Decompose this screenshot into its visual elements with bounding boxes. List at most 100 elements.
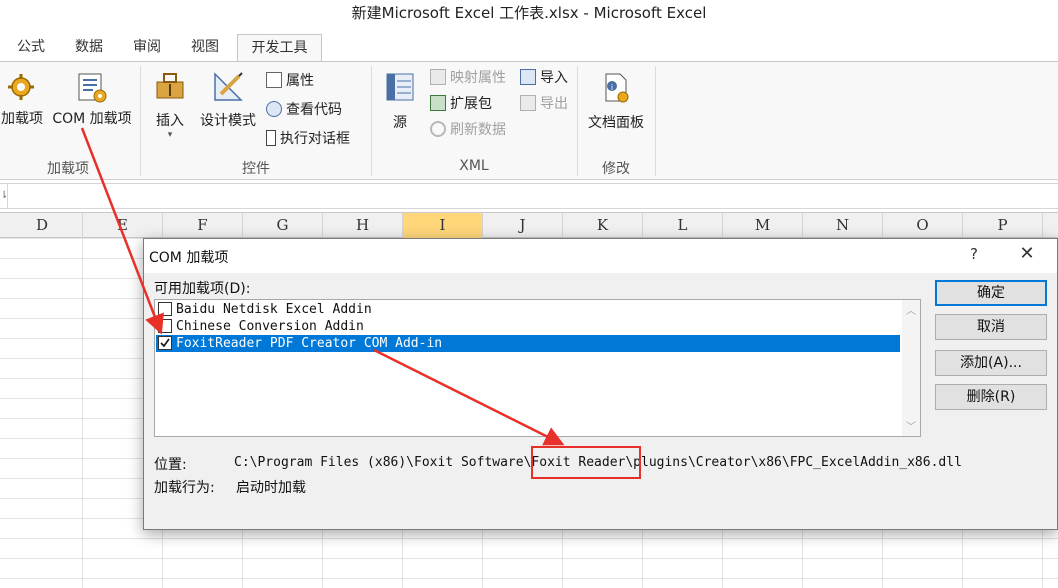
tab-formulas[interactable]: 公式 xyxy=(8,34,54,62)
column-header[interactable]: M xyxy=(723,213,803,238)
svg-text:i: i xyxy=(611,83,613,92)
cancel-button[interactable]: 取消 xyxy=(935,314,1047,340)
com-addins-button[interactable]: COM 加载项 xyxy=(48,72,136,128)
map-properties-icon xyxy=(430,69,446,85)
com-addins-dialog: COM 加载项 ? ✕ 可用加载项(D): Baidu Netdisk Exce… xyxy=(143,238,1058,530)
column-header[interactable]: K xyxy=(563,213,643,238)
export-icon xyxy=(520,95,536,111)
addin-checkbox[interactable] xyxy=(158,319,172,333)
import-label: 导入 xyxy=(540,70,568,86)
remove-button[interactable]: 删除(R) xyxy=(935,384,1047,410)
tab-developer[interactable]: 开发工具 xyxy=(237,34,322,62)
expansion-packs-label: 扩展包 xyxy=(450,96,492,112)
ok-button[interactable]: 确定 xyxy=(935,280,1047,306)
insert-control-button[interactable]: 插入 ▾ xyxy=(150,70,190,140)
insert-label: 插入 xyxy=(156,113,184,129)
add-button[interactable]: 添加(A)... xyxy=(935,350,1047,376)
list-item[interactable]: Chinese Conversion Addin xyxy=(156,318,900,335)
refresh-data-button[interactable]: 刷新数据 xyxy=(430,119,506,141)
import-button[interactable]: 导入 xyxy=(520,67,568,89)
document-panel-button[interactable]: i 文档面板 xyxy=(584,72,648,132)
com-addins-label: COM 加载项 xyxy=(52,111,132,127)
annotation-highlight-box xyxy=(531,446,641,479)
grid-line xyxy=(82,238,83,588)
map-properties-button[interactable]: 映射属性 xyxy=(430,67,506,89)
listbox-scrollbar[interactable]: ︿ ﹀ xyxy=(902,300,920,436)
group-divider xyxy=(655,66,656,176)
column-header[interactable]: H xyxy=(323,213,403,238)
column-header[interactable]: G xyxy=(243,213,323,238)
scroll-down-icon[interactable]: ﹀ xyxy=(905,418,917,433)
column-header[interactable]: F xyxy=(163,213,243,238)
com-addins-icon xyxy=(78,73,107,103)
xml-group-label: XML xyxy=(459,158,489,174)
design-mode-button[interactable]: 设计模式 xyxy=(196,70,260,130)
list-item[interactable]: Baidu Netdisk Excel Addin xyxy=(156,301,900,318)
run-dialog-icon xyxy=(266,130,276,146)
toolbox-icon xyxy=(156,73,184,99)
xml-source-button[interactable]: 源 xyxy=(382,72,418,132)
source-label: 源 xyxy=(393,115,407,131)
run-dialog-button[interactable]: 执行对话框 xyxy=(266,128,350,150)
name-box-edge[interactable]: ⇂ xyxy=(0,184,8,208)
column-header[interactable]: E xyxy=(83,213,163,238)
column-header[interactable]: P xyxy=(963,213,1043,238)
expansion-packs-icon xyxy=(430,95,446,111)
import-icon xyxy=(520,69,536,85)
view-code-label: 查看代码 xyxy=(286,102,342,118)
dialog-title: COM 加载项 xyxy=(149,250,229,266)
modify-group-label: 修改 xyxy=(602,161,630,177)
window-title: 新建Microsoft Excel 工作表.xlsx - Microsoft E… xyxy=(0,0,1058,30)
addins-listbox[interactable]: Baidu Netdisk Excel Addin Chinese Conver… xyxy=(154,299,921,437)
close-icon[interactable]: ✕ xyxy=(1015,243,1039,264)
addin-name: Chinese Conversion Addin xyxy=(176,319,364,334)
location-label: 位置: xyxy=(154,457,187,473)
location-path-suffix: \plugins\Creator\x86\FPC_ExcelAddin_x86.… xyxy=(625,455,962,470)
tab-view[interactable]: 视图 xyxy=(182,34,228,62)
tab-data[interactable]: 数据 xyxy=(66,34,112,62)
load-behavior-value: 启动时加载 xyxy=(236,480,306,496)
view-code-button[interactable]: 查看代码 xyxy=(266,99,342,121)
column-header[interactable]: L xyxy=(643,213,723,238)
gear-icon xyxy=(8,74,34,100)
column-header[interactable]: O xyxy=(883,213,963,238)
help-button[interactable]: ? xyxy=(964,245,984,263)
document-panel-icon: i xyxy=(605,73,629,103)
addin-name: FoxitReader PDF Creator COM Add-in xyxy=(176,336,443,351)
ribbon: 加载项 COM 加载项 加载项 插入 ▾ 设计模式 属性 查看代码 执行对话框 … xyxy=(0,62,1058,180)
checkmark-icon xyxy=(160,338,170,348)
map-properties-label: 映射属性 xyxy=(450,70,506,86)
excel-window: 新建Microsoft Excel 工作表.xlsx - Microsoft E… xyxy=(0,0,1058,588)
design-mode-label: 设计模式 xyxy=(200,113,256,129)
chevron-down-icon: ▾ xyxy=(167,130,173,140)
addin-name: Baidu Netdisk Excel Addin xyxy=(176,302,372,317)
column-header-selected[interactable]: I xyxy=(403,213,483,238)
list-item-selected[interactable]: FoxitReader PDF Creator COM Add-in xyxy=(156,335,900,352)
expansion-packs-button[interactable]: 扩展包 xyxy=(430,93,492,115)
column-header[interactable]: D xyxy=(2,213,83,238)
properties-label: 属性 xyxy=(286,73,314,89)
dialog-titlebar[interactable]: COM 加载项 ? ✕ xyxy=(144,239,1057,273)
load-behavior-label: 加载行为: xyxy=(154,480,215,496)
addins-group-label: 加载项 xyxy=(47,161,89,177)
column-header[interactable]: N xyxy=(803,213,883,238)
design-mode-icon xyxy=(214,72,243,101)
refresh-data-label: 刷新数据 xyxy=(450,122,506,138)
xml-source-icon xyxy=(386,73,414,101)
addins-label: 加载项 xyxy=(1,111,43,127)
refresh-icon xyxy=(430,121,446,137)
export-button[interactable]: 导出 xyxy=(520,93,568,115)
formula-bar[interactable]: ⇂ xyxy=(0,183,1058,209)
addins-button[interactable]: 加载项 xyxy=(0,72,44,128)
addin-checkbox-checked[interactable] xyxy=(158,336,172,350)
properties-button[interactable]: 属性 xyxy=(266,70,314,92)
tab-review[interactable]: 审阅 xyxy=(124,34,170,62)
location-path-prefix: C:\Program Files (x86)\Foxit Software\ xyxy=(234,455,532,470)
properties-icon xyxy=(266,72,282,88)
column-headers: D E F G H I J K L M N O P xyxy=(0,212,1058,238)
column-header[interactable]: J xyxy=(483,213,563,238)
controls-group-label: 控件 xyxy=(242,161,270,177)
scroll-up-icon[interactable]: ︿ xyxy=(905,302,917,317)
addin-checkbox[interactable] xyxy=(158,302,172,316)
view-code-icon xyxy=(266,101,282,117)
